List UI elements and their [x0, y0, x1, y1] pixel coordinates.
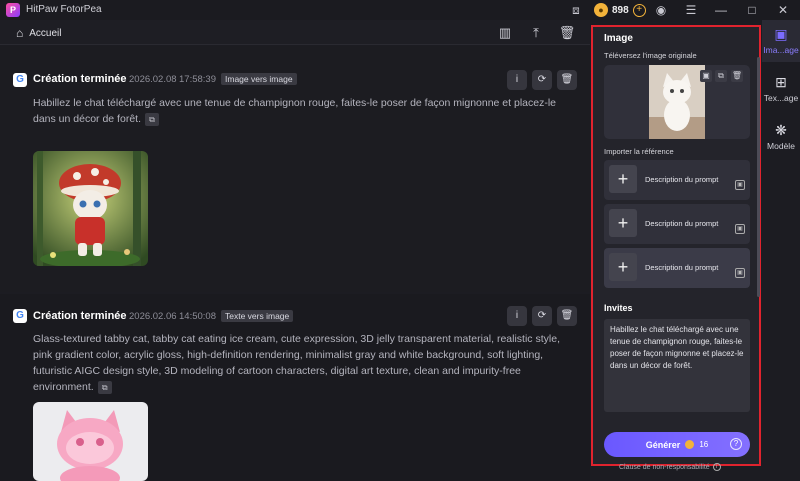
- image-icon: ▣: [735, 268, 745, 278]
- reference-slot[interactable]: + Description du prompt ▣: [604, 160, 750, 200]
- card-prompt: Glass-textured tabby cat, tabby cat eati…: [33, 331, 568, 395]
- panel-title: Image: [604, 33, 633, 44]
- google-model-icon: G: [13, 73, 27, 87]
- home-label: Accueil: [29, 27, 62, 39]
- credit-balance[interactable]: ● 898 +: [592, 2, 652, 18]
- coin-icon: ●: [594, 3, 608, 17]
- upload-label: Téléversez l'image originale: [604, 51, 697, 60]
- disclaimer-link[interactable]: Clause de non-responsabilité i: [619, 463, 721, 471]
- results-feed: G Création terminée 2026.02.08 17:58:39 …: [0, 46, 590, 481]
- add-credits-icon[interactable]: +: [632, 3, 646, 17]
- generate-button[interactable]: Générer 16 ?: [604, 432, 750, 457]
- invites-title: Invites: [604, 303, 633, 313]
- image-icon: ▣: [774, 26, 788, 42]
- glass-cat-image: [33, 402, 148, 481]
- card-prompt-text: Habillez le chat téléchargé avec une ten…: [33, 97, 557, 125]
- home-link[interactable]: ⌂ Accueil: [16, 26, 62, 40]
- card-time: 14:50:08: [179, 311, 216, 322]
- crop-icon[interactable]: ⧉: [715, 70, 727, 82]
- delete-icon[interactable]: 🗑: [557, 306, 577, 326]
- generate-cost: 16: [699, 440, 709, 449]
- delete-icon[interactable]: 🗑: [557, 70, 577, 90]
- card-prompt: Habillez le chat téléchargé avec une ten…: [33, 95, 568, 127]
- app-title: HitPaw FotorPea: [26, 4, 102, 15]
- info-icon[interactable]: i: [507, 70, 527, 90]
- feed-header: ⌂ Accueil ▥ ⤒ 🗑: [0, 20, 590, 45]
- tab-image-to-image[interactable]: ▣ Ima...age: [762, 20, 800, 62]
- image-icon: ▣: [735, 224, 745, 234]
- title-bar: P HitPaw FotorPea ⧈ ● 898 + ◉ ☰ — □ ✕: [0, 0, 800, 20]
- copy-prompt-icon[interactable]: ⧉: [145, 112, 159, 126]
- maximize-icon[interactable]: □: [744, 2, 760, 18]
- mushroom-cat-image: [33, 151, 148, 266]
- upload-icon[interactable]: ⤒: [527, 24, 545, 42]
- help-icon[interactable]: ?: [730, 438, 742, 450]
- home-icon: ⌂: [16, 26, 24, 40]
- disclaimer-text: Clause de non-responsabilité: [619, 463, 710, 471]
- menu-icon[interactable]: ☰: [683, 2, 699, 18]
- reference-slot-label: Description du prompt: [645, 219, 719, 228]
- original-image-upload[interactable]: ▣ ⧉ 🗑: [604, 65, 750, 139]
- image-icon: ▣: [735, 180, 745, 190]
- model-icon: ❋: [775, 122, 787, 138]
- result-card: G Création terminée 2026.02.08 17:58:39 …: [0, 46, 590, 292]
- result-card: G Création terminée 2026.02.06 14:50:08 …: [0, 294, 590, 481]
- minimize-icon[interactable]: —: [713, 2, 729, 18]
- uploaded-image: [649, 65, 705, 139]
- result-image[interactable]: [33, 151, 148, 266]
- user-icon[interactable]: ◉: [653, 2, 669, 18]
- card-prompt-text: Glass-textured tabby cat, tabby cat eati…: [33, 333, 560, 393]
- tab-model[interactable]: ❋ Modèle: [762, 116, 800, 158]
- card-date: 2026.02.06: [129, 311, 177, 322]
- info-icon: i: [712, 463, 721, 471]
- reference-slot[interactable]: + Description du prompt ▣: [604, 204, 750, 244]
- copy-prompt-icon[interactable]: ⧉: [97, 380, 112, 394]
- reference-slot-label: Description du prompt: [645, 263, 719, 272]
- image-settings-panel: Image Téléversez l'image originale ▣ ⧉ 🗑…: [591, 25, 761, 466]
- delete-image-icon[interactable]: 🗑: [731, 70, 743, 82]
- trash-icon[interactable]: 🗑: [558, 24, 576, 42]
- kitten-photo: [649, 65, 705, 139]
- panel-scrollbar[interactable]: [757, 57, 760, 297]
- tab-label: Tex...age: [763, 93, 799, 103]
- book-icon[interactable]: ▥: [496, 24, 514, 42]
- card-status: Création terminée: [33, 73, 127, 85]
- mode-sidebar: ▣ Ima...age ⊞ Tex...age ❋ Modèle: [762, 20, 800, 481]
- card-time: 17:58:39: [179, 74, 216, 85]
- card-date: 2026.02.08: [129, 74, 177, 85]
- reference-label: Importer la référence: [604, 147, 674, 156]
- plus-icon: +: [609, 253, 637, 281]
- info-icon[interactable]: i: [507, 306, 527, 326]
- tab-label: Ima...age: [763, 45, 799, 55]
- tab-text-to-image[interactable]: ⊞ Tex...age: [762, 68, 800, 110]
- close-icon[interactable]: ✕: [775, 2, 791, 18]
- prompt-textarea[interactable]: Habillez le chat téléchargé avec une ten…: [604, 319, 750, 412]
- plus-icon: +: [609, 209, 637, 237]
- result-image[interactable]: [33, 402, 148, 481]
- tab-label: Modèle: [767, 141, 795, 151]
- mode-badge: Image vers image: [221, 73, 297, 85]
- generate-label: Générer: [645, 439, 681, 450]
- credit-count: 898: [612, 4, 629, 16]
- mode-badge: Texte vers image: [221, 310, 294, 322]
- replace-image-icon[interactable]: ▣: [700, 70, 712, 82]
- regenerate-icon[interactable]: ⟳: [532, 306, 552, 326]
- reference-slot[interactable]: + Description du prompt ▣: [604, 248, 750, 288]
- card-status: Création terminée: [33, 310, 127, 322]
- regenerate-icon[interactable]: ⟳: [532, 70, 552, 90]
- plus-icon: +: [609, 165, 637, 193]
- reference-slot-label: Description du prompt: [645, 175, 719, 184]
- window-mode-icon[interactable]: ⧈: [568, 2, 584, 18]
- coin-icon: [685, 440, 695, 449]
- text-image-icon: ⊞: [775, 74, 787, 90]
- google-model-icon: G: [13, 309, 27, 323]
- app-logo: P: [6, 3, 20, 17]
